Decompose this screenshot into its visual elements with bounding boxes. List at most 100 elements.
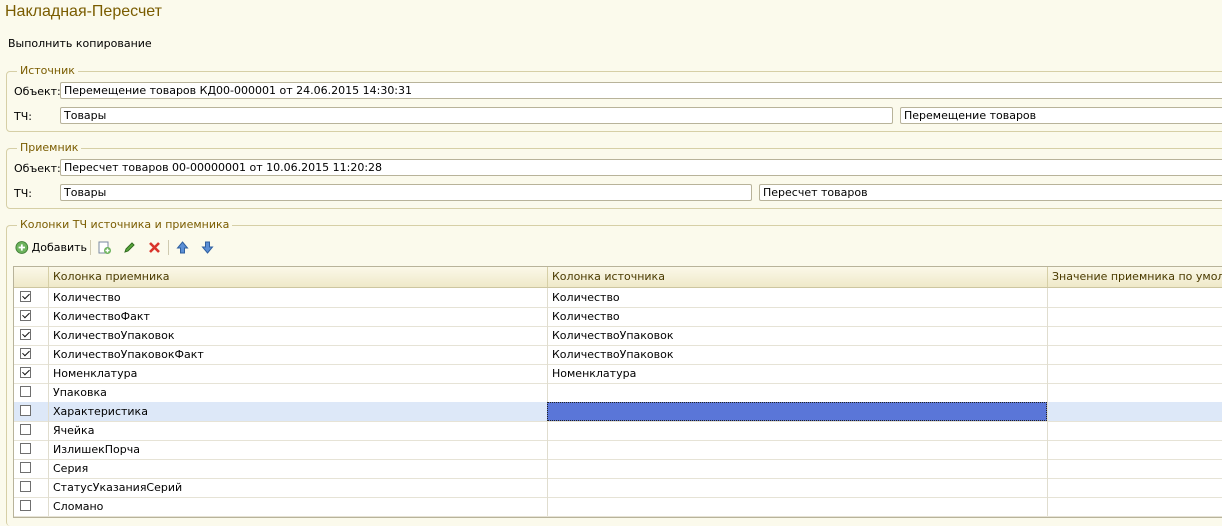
add-button[interactable]: Добавить [15,238,87,256]
source-column-cell[interactable] [547,497,1047,516]
row-checkbox-cell [14,364,48,383]
row-checkbox[interactable] [20,367,31,378]
row-checkbox-cell [14,307,48,326]
row-checkbox[interactable] [20,348,31,359]
copy-icon [98,241,111,254]
source-column-cell[interactable] [547,421,1047,440]
receiver-tab-field[interactable]: Товары [60,184,752,201]
table-row[interactable]: Сломано [14,497,1222,517]
row-checkbox-cell [14,345,48,364]
edit-button[interactable] [122,238,137,256]
receiver-tab-presentation[interactable]: Пересчет товаров [759,184,1222,201]
default-value-cell[interactable] [1047,440,1222,459]
receiver-column-cell[interactable]: КоличествоУпаковок [48,326,547,345]
receiver-column-cell[interactable]: Серия [48,459,547,478]
receiver-group-title: Приемник [17,141,82,154]
table-row[interactable]: КоличествоУпаковок КоличествоУпаковок [14,326,1222,346]
table-row[interactable]: Серия [14,459,1222,479]
header-check [14,267,48,287]
table-row[interactable]: Номенклатура Номенклатура [14,364,1222,384]
source-column-cell[interactable] [547,459,1047,478]
edit-icon [124,241,135,253]
row-checkbox[interactable] [20,310,31,321]
default-value-cell[interactable] [1047,383,1222,402]
source-column-cell[interactable] [547,440,1047,459]
add-icon [15,240,29,254]
table-row[interactable]: Количество Количество [14,288,1222,308]
source-group-title: Источник [17,64,78,77]
row-checkbox-cell [14,421,48,440]
table-row[interactable]: ИзлишекПорча [14,440,1222,460]
row-checkbox[interactable] [20,481,31,492]
add-button-label: Добавить [31,240,87,254]
source-tab-field[interactable]: Товары [60,107,893,124]
receiver-column-cell[interactable]: СтатусУказанияСерий [48,478,547,497]
default-value-cell[interactable] [1047,421,1222,440]
source-column-cell[interactable]: Количество [547,307,1047,326]
delete-icon [149,241,160,253]
receiver-object-field[interactable]: Пересчет товаров 00-00000001 от 10.06.20… [60,159,1222,176]
source-column-cell[interactable]: КоличествоУпаковок [547,345,1047,364]
table-row[interactable]: Характеристика [14,402,1222,422]
default-value-cell[interactable] [1047,459,1222,478]
table-row[interactable]: КоличествоУпаковокФакт КоличествоУпаковок [14,345,1222,365]
row-checkbox[interactable] [20,329,31,340]
move-down-icon [201,241,214,254]
default-value-cell[interactable] [1047,402,1222,421]
toolbar-separator [168,240,169,255]
row-checkbox[interactable] [20,291,31,302]
header-source-column[interactable]: Колонка источника [547,267,1047,287]
table-row[interactable]: КоличествоФакт Количество [14,307,1222,327]
table-row[interactable]: Упаковка [14,383,1222,403]
source-column-cell[interactable]: КоличествоУпаковок [547,326,1047,345]
receiver-object-label: Объект: [14,162,61,175]
default-value-cell[interactable] [1047,497,1222,516]
source-tab-label: ТЧ: [14,110,32,123]
columns-group-title: Колонки ТЧ источника и приемника [17,218,233,231]
row-checkbox[interactable] [20,462,31,473]
receiver-tab-label: ТЧ: [14,187,32,200]
default-value-cell[interactable] [1047,478,1222,497]
receiver-column-cell[interactable]: Упаковка [48,383,547,402]
source-column-cell[interactable] [547,383,1047,402]
row-checkbox-cell [14,459,48,478]
default-value-cell[interactable] [1047,288,1222,307]
row-checkbox[interactable] [20,424,31,435]
form-title: Накладная-Пересчет [5,3,162,20]
default-value-cell[interactable] [1047,307,1222,326]
receiver-column-cell[interactable]: Ячейка [48,421,547,440]
receiver-column-cell[interactable]: Характеристика [48,402,547,421]
row-checkbox[interactable] [20,500,31,511]
row-checkbox-cell [14,440,48,459]
default-value-cell[interactable] [1047,364,1222,383]
source-column-cell[interactable]: Номенклатура [547,364,1047,383]
row-checkbox[interactable] [20,443,31,454]
delete-button[interactable] [147,238,162,256]
source-object-field[interactable]: Перемещение товаров КД00-000001 от 24.06… [60,82,1222,99]
receiver-column-cell[interactable]: Количество [48,288,547,307]
table-row[interactable]: Ячейка [14,421,1222,441]
table-row[interactable]: СтатусУказанияСерий [14,478,1222,498]
row-checkbox[interactable] [20,386,31,397]
row-checkbox-cell [14,326,48,345]
source-tab-presentation[interactable]: Перемещение товаров [900,107,1222,124]
copy-button[interactable] [97,238,112,256]
header-default-value[interactable]: Значение приемника по умолчанию [1047,267,1222,287]
default-value-cell[interactable] [1047,345,1222,364]
row-checkbox[interactable] [20,405,31,416]
default-value-cell[interactable] [1047,326,1222,345]
receiver-column-cell[interactable]: ИзлишекПорча [48,440,547,459]
receiver-column-cell[interactable]: КоличествоУпаковокФакт [48,345,547,364]
source-column-cell[interactable] [547,478,1047,497]
source-column-cell[interactable] [547,402,1047,421]
receiver-column-cell[interactable]: Сломано [48,497,547,516]
row-checkbox-cell [14,288,48,307]
header-receiver-column[interactable]: Колонка приемника [48,267,547,287]
move-down-button[interactable] [200,238,215,256]
execute-copy-button[interactable]: Выполнить копирование [8,37,152,50]
source-column-cell[interactable]: Количество [547,288,1047,307]
receiver-column-cell[interactable]: КоличествоФакт [48,307,547,326]
row-checkbox-cell [14,402,48,421]
receiver-column-cell[interactable]: Номенклатура [48,364,547,383]
move-up-button[interactable] [175,238,190,256]
